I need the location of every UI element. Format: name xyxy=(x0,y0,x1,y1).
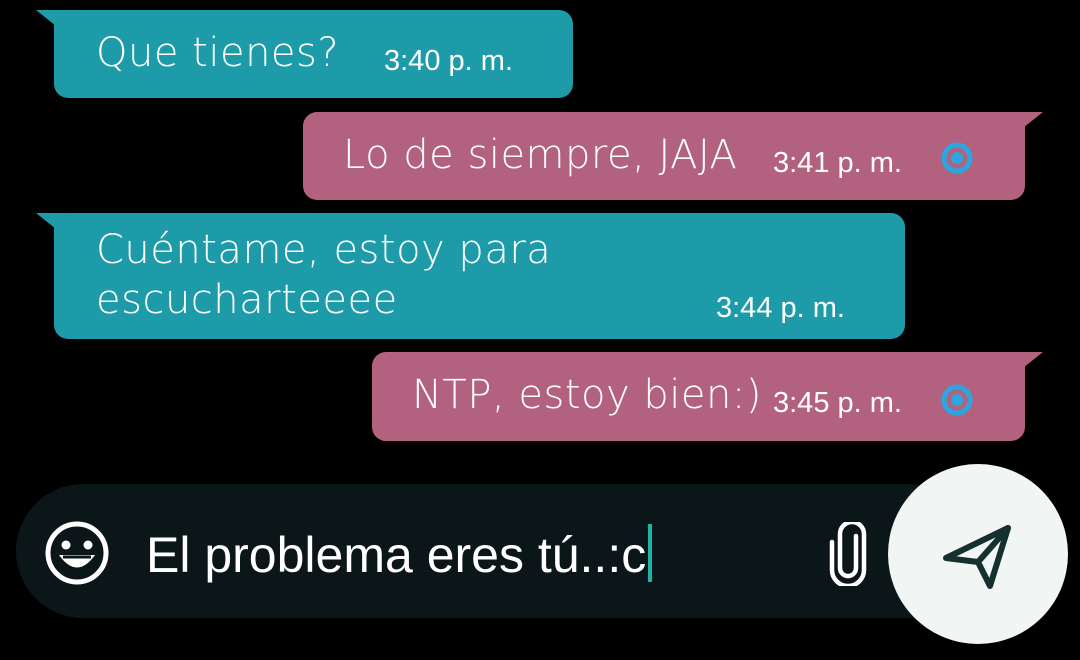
message-time: 3:40 p. m. xyxy=(384,45,513,77)
text-caret xyxy=(648,524,653,582)
message-time: 3:41 p. m. xyxy=(773,147,902,179)
send-button[interactable] xyxy=(888,464,1068,644)
message-input-value: El problema eres tú..:c xyxy=(146,527,647,583)
message-time: 3:44 p. m. xyxy=(716,292,845,324)
message-text: Lo de siempre, JAJA xyxy=(343,132,738,178)
message-text: Que tienes? xyxy=(96,30,340,76)
message-time: 3:45 p. m. xyxy=(773,387,902,419)
message-input[interactable]: El problema eres tú..:c xyxy=(146,524,653,585)
message-bubble-outgoing[interactable]: Lo de siempre, JAJA 3:41 p. m. xyxy=(303,112,1043,200)
message-bubble-incoming[interactable]: Que tienes? 3:40 p. m. xyxy=(36,10,573,98)
message-bubble-outgoing[interactable]: NTP, estoy bien:) 3:45 p. m. xyxy=(372,352,1043,441)
emoji-icon[interactable] xyxy=(44,520,110,586)
send-icon xyxy=(943,525,1011,589)
message-bubble-incoming[interactable]: Cuéntame, estoy para escucharteeee 3:44 … xyxy=(36,213,905,339)
paperclip-icon[interactable] xyxy=(826,522,870,586)
message-text: Cuéntame, estoy para escucharteeee xyxy=(96,227,552,323)
read-receipt-icon xyxy=(941,384,973,416)
read-receipt-icon xyxy=(941,142,973,174)
chat-screen: Que tienes? 3:40 p. m. Lo de siempre, JA… xyxy=(0,0,1080,660)
message-text: NTP, estoy bien:) xyxy=(412,372,762,418)
